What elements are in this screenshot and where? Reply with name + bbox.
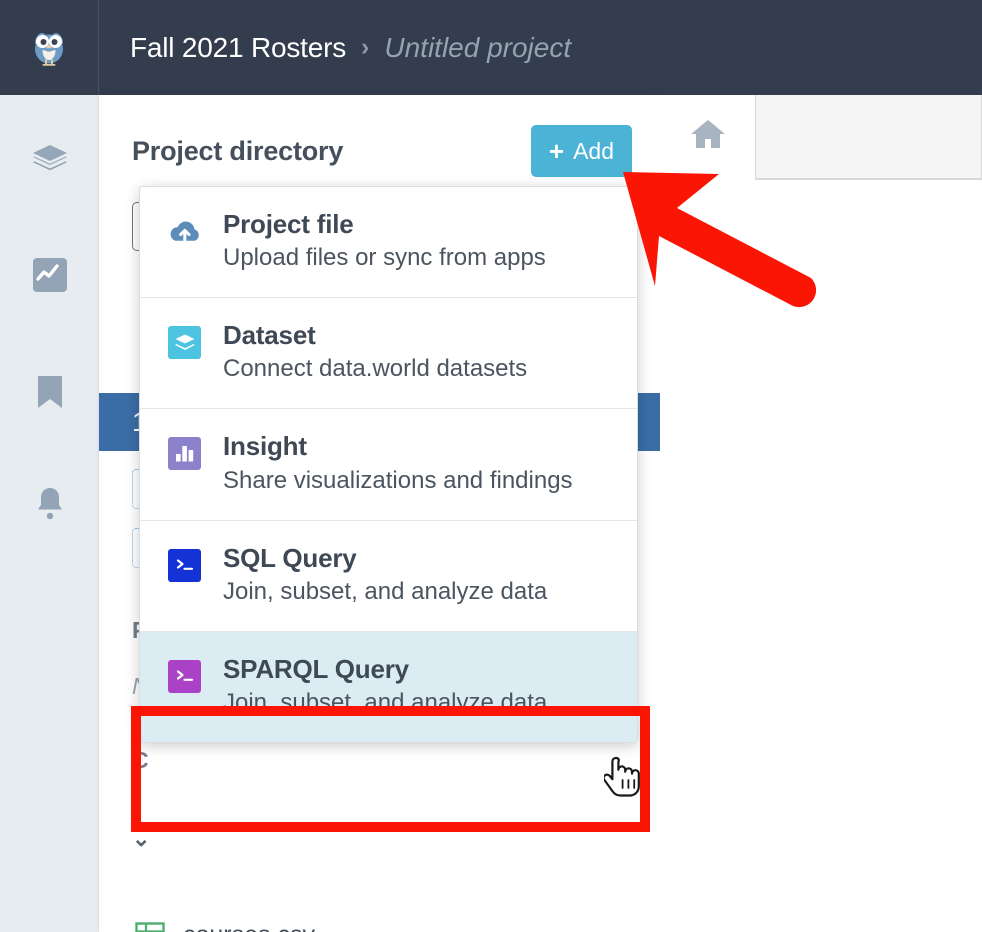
plus-icon: + [548,136,565,166]
add-dropdown-menu: Project file Upload files or sync from a… [139,186,638,743]
activity-icon [31,256,69,294]
cloud-upload-icon [168,215,201,248]
page-title: Project directory [132,135,344,166]
directory-header: Project directory + Add [132,122,632,180]
menu-item-dataset[interactable]: Dataset Connect data.world datasets [140,298,637,410]
menu-item-sparql-query[interactable]: SPARQL Query Join, subset, and analyze d… [140,631,637,742]
sidebar-item-activity[interactable] [0,240,99,310]
home-icon [688,116,728,157]
chevron-down-icon[interactable]: ⌄ [132,826,150,852]
menu-item-subtitle: Connect data.world datasets [223,355,528,383]
bookmark-icon [36,374,64,410]
add-button-label: Add [573,137,614,164]
bar-chart-icon [168,437,201,471]
sidebar-item-datasets[interactable] [0,125,99,195]
breadcrumb: Fall 2021 Rosters › Untitled project [99,32,571,64]
tab-strip [660,95,982,179]
menu-item-title: SQL Query [223,542,357,573]
table-icon [135,921,165,932]
top-header-bar: Fall 2021 Rosters › Untitled project [0,0,982,95]
terminal-icon [168,659,201,693]
layers-icon [31,143,69,177]
menu-item-title: Insight [223,431,307,462]
menu-item-text: Insight Share visualizations and finding… [223,431,573,495]
breadcrumb-current-project[interactable]: Untitled project [384,32,571,64]
menu-item-subtitle: Upload files or sync from apps [223,244,546,272]
chevron-right-icon: › [361,33,370,61]
menu-item-title: Dataset [223,320,316,351]
tab-blank[interactable] [755,95,982,179]
menu-item-insight[interactable]: Insight Share visualizations and finding… [140,409,637,521]
menu-item-sql-query[interactable]: SQL Query Join, subset, and analyze data [140,520,637,632]
menu-item-text: SQL Query Join, subset, and analyze data [223,543,547,607]
section-heading: C [132,747,149,773]
tab-strip-divider [755,179,982,180]
add-button[interactable]: + Add [530,125,632,177]
left-nav-rail [0,95,99,932]
bell-icon [34,486,66,522]
sidebar-item-notifications[interactable] [0,469,99,539]
menu-item-title: SPARQL Query [223,653,409,684]
tab-home[interactable] [660,95,755,179]
owl-logo-icon[interactable] [26,25,72,71]
menu-item-text: SPARQL Query Join, subset, and analyze d… [223,654,547,718]
menu-item-subtitle: Share visualizations and findings [223,466,573,494]
file-name: courses.csv [183,921,315,932]
menu-item-subtitle: Join, subset, and analyze data [223,577,548,605]
logo-cell[interactable] [0,0,99,95]
breadcrumb-root-link[interactable]: Fall 2021 Rosters [130,32,346,64]
sidebar-item-bookmarks[interactable] [0,357,99,427]
terminal-icon [168,548,201,582]
menu-item-project-file[interactable]: Project file Upload files or sync from a… [140,187,637,299]
list-item[interactable]: courses.csv [135,921,315,932]
menu-item-text: Dataset Connect data.world datasets [223,320,527,384]
app-root: Fall 2021 Rosters › Untitled project Pro… [0,0,982,932]
layers-icon [168,326,201,360]
workspace-area [660,95,982,932]
menu-item-text: Project file Upload files or sync from a… [223,209,546,273]
menu-item-title: Project file [223,209,354,239]
menu-item-subtitle: Join, subset, and analyze data [223,688,548,716]
